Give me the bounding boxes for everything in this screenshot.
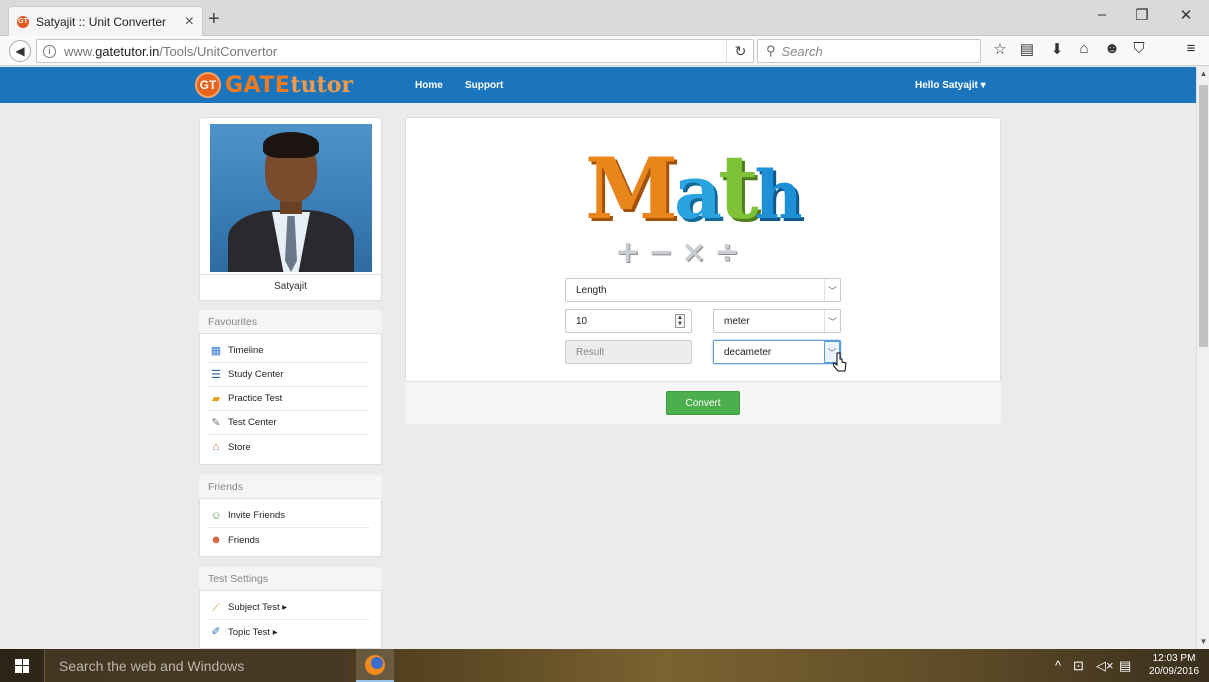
site-header [0,67,1196,103]
taskbar-clock[interactable]: 12:03 PM 20/09/2016 [1144,652,1204,678]
pen-icon: ✎ [211,416,221,429]
scroll-down-icon[interactable]: ▼ [1197,637,1209,646]
volume-icon[interactable]: ◁× [1096,658,1114,674]
browser-search-input[interactable]: ⚲ Search [757,39,981,63]
close-tab-icon[interactable]: × [185,13,194,31]
browser-tab[interactable]: GT Satyajit :: Unit Converter × [8,6,203,36]
ruler-icon: ⟋ [212,601,220,614]
close-window-button[interactable]: ✕ [1166,6,1206,24]
calendar-icon: ▦ [210,344,222,357]
nav-support-link[interactable]: Support [465,80,503,91]
network-icon[interactable]: ⊡ [1073,658,1084,674]
category-select[interactable]: Length ﹀ [565,278,841,302]
sidebar-item-topic-test[interactable]: ✐ Topic Test ▸ [209,620,369,644]
logo-gate-text: GATE [225,72,291,98]
chevron-down-icon[interactable]: ﹀ [824,279,840,301]
invite-icon: ☺ [210,509,222,522]
to-unit-select[interactable]: decameter ﹀ [713,340,841,364]
tab-title: Satyajit :: Unit Converter [36,14,167,29]
result-field[interactable]: Result [565,340,692,364]
new-tab-button[interactable]: + [208,8,220,31]
number-stepper-icon[interactable]: ▲ ▼ [675,314,685,328]
start-button[interactable] [0,649,44,682]
math-logo-letters: Math [585,135,803,239]
sidebar-item-invite-friends[interactable]: ☺ Invite Friends [209,504,369,528]
chevron-down-icon[interactable]: ﹀ [824,310,840,332]
math-logo-image: Math +−×÷ [585,135,825,275]
sidebar-item-practice-test[interactable]: ▰ Practice Test [209,387,369,411]
mouse-cursor-icon [833,352,847,372]
site-favicon-icon: GT [17,15,29,28]
download-icon[interactable]: ⬇ [1046,40,1068,58]
scrollbar-thumb[interactable] [1199,85,1208,347]
logo-badge: GT [195,72,221,98]
notifications-icon[interactable]: ▤ [1119,658,1131,674]
user-menu-dropdown[interactable]: Hello Satyajit ▾ [915,80,986,91]
bookmarks-list-icon[interactable]: ▤ [1016,40,1038,58]
value-input[interactable]: 10 ▲ ▼ [565,309,692,333]
profile-name: Satyajit [274,281,307,292]
logo-tutor-text: tutor [290,72,354,98]
firefox-icon [365,654,385,675]
menu-icon[interactable]: ≡ [1180,40,1202,57]
page-scrollbar[interactable]: ▲ ▼ [1196,67,1209,649]
taskbar-search-input[interactable]: Search the web and Windows [44,649,350,682]
url-text: www.gatetutor.in/Tools/UnitConvertor [64,43,278,59]
tray-expand-icon[interactable]: ^ [1055,658,1061,673]
test-settings-heading: Test Settings [199,567,382,591]
pocket-icon[interactable]: ⛉ [1128,40,1150,57]
sidebar-item-study-center[interactable]: ☰ Study Center [209,363,369,387]
sidebar-item-subject-test[interactable]: ⟋ Subject Test ▸ [209,596,369,620]
sidebar-item-timeline[interactable]: ▦ Timeline [209,339,369,363]
firefox-taskbar-button[interactable] [356,649,394,682]
store-icon: ⌂ [212,441,220,453]
address-bar[interactable]: i www.gatetutor.in/Tools/UnitConvertor [36,39,754,63]
friends-icon: ☻ [210,534,222,546]
folder-icon: ▰ [211,392,221,405]
hello-chat-icon[interactable]: ☻ [1101,40,1123,57]
search-icon: ⚲ [766,43,776,58]
restore-button[interactable]: ❐ [1122,6,1162,24]
edit-icon: ✐ [211,626,221,638]
books-icon: ☰ [211,368,221,381]
site-info-icon[interactable]: i [43,44,56,58]
sidebar-item-test-center[interactable]: ✎ Test Center [209,411,369,435]
reload-icon[interactable]: ↻ [726,39,754,63]
bookmark-star-icon[interactable]: ☆ [989,40,1011,58]
math-operators: +−×÷ [615,235,748,270]
nav-home-link[interactable]: Home [415,80,443,91]
minimize-button[interactable]: – [1082,6,1122,23]
site-logo[interactable]: GT GATE tutor [195,72,353,98]
scroll-up-icon[interactable]: ▲ [1197,69,1209,78]
friends-heading: Friends [199,475,382,499]
windows-logo-icon [15,658,29,673]
sidebar-item-friends[interactable]: ☻ Friends [209,528,369,552]
convert-button[interactable]: Convert [666,391,740,415]
from-unit-select[interactable]: meter ﹀ [713,309,841,333]
back-arrow-icon[interactable]: ◀ [9,40,31,62]
favourites-heading: Favourites [199,310,382,334]
sidebar-item-store[interactable]: ⌂ Store [209,435,369,459]
profile-photo [210,124,372,272]
home-icon[interactable]: ⌂ [1073,40,1095,57]
browser-tab-strip: GT Satyajit :: Unit Converter × + – ❐ ✕ [0,0,1209,36]
